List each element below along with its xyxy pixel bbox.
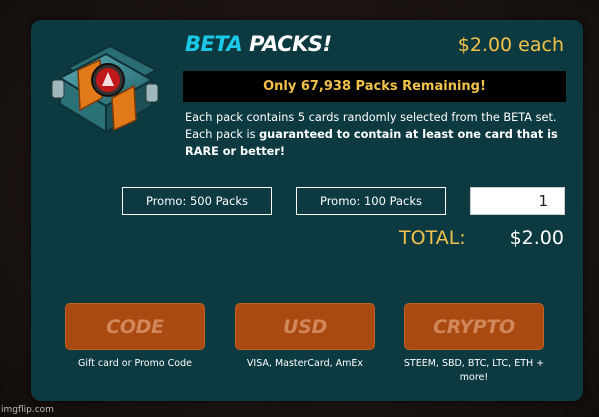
pay-crypto-button[interactable]: CRYPTO <box>404 303 544 350</box>
crypto-caption: STEEM, SBD, BTC, LTC, ETH + more! <box>403 358 545 383</box>
pack-description: Each pack contains 5 cards randomly sele… <box>185 109 570 160</box>
remaining-banner: Only 67,938 Packs Remaining! <box>183 71 566 102</box>
total-label: TOTAL: <box>399 227 466 249</box>
total-value: $2.00 <box>509 227 564 249</box>
pay-usd-button[interactable]: USD <box>235 303 375 350</box>
page-title: BETA PACKS! <box>185 34 332 55</box>
quantity-input[interactable] <box>470 187 565 215</box>
title-beta: BETA <box>185 32 243 56</box>
watermark: imgflip.com <box>1 405 54 415</box>
promo-500-button[interactable]: Promo: 500 Packs <box>122 187 272 215</box>
promo-100-button[interactable]: Promo: 100 Packs <box>296 187 446 215</box>
pay-code-button[interactable]: CODE <box>65 303 205 350</box>
code-caption: Gift card or Promo Code <box>78 358 192 369</box>
usd-caption: VISA, MasterCard, AmEx <box>246 358 364 369</box>
title-packs: PACKS! <box>242 32 332 56</box>
card-pack-icon <box>51 44 159 134</box>
pack-price: $2.00 each <box>457 34 564 56</box>
